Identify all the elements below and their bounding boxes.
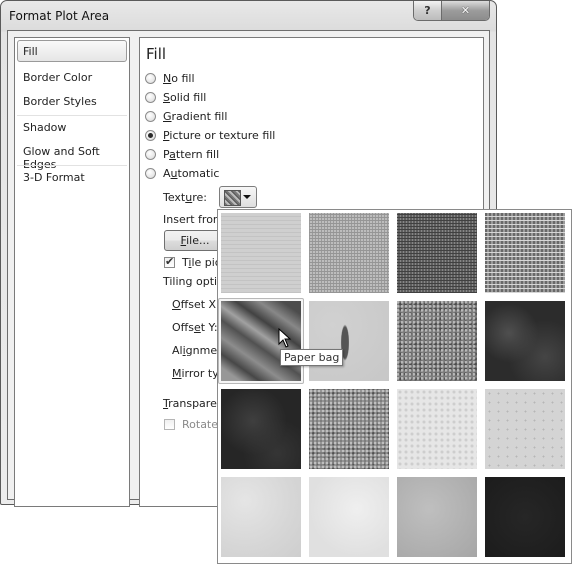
texture-dropdown-button[interactable] [219, 186, 257, 208]
nav-item-fill[interactable]: Fill [23, 45, 38, 58]
nav-divider [17, 165, 127, 166]
label-text: ffset X: [180, 298, 220, 311]
radio-button-selected[interactable] [145, 130, 156, 141]
tiling-options-label: Tiling optio [163, 275, 224, 288]
texture-tile[interactable] [485, 213, 565, 293]
help-button[interactable]: ? [414, 1, 442, 20]
close-button[interactable]: ✕ [442, 1, 489, 20]
radio-button[interactable] [145, 149, 156, 160]
label-text: Al [172, 344, 183, 357]
transparency-label: Transparer [163, 397, 221, 410]
radio-label: No fill [163, 72, 195, 85]
label-text: A [163, 167, 171, 180]
accelerator-key: S [163, 91, 170, 104]
tile-picture-checkbox[interactable] [164, 255, 175, 268]
radio-gradient-fill[interactable]: Gradient fill [145, 110, 227, 123]
label-text: radient fill [171, 110, 228, 123]
label-text: Offs [172, 321, 194, 334]
insert-from-label: Insert from [163, 213, 224, 226]
texture-tile[interactable] [485, 301, 565, 381]
texture-swatch-icon [224, 190, 241, 206]
radio-pattern-fill[interactable]: Pattern fill [145, 148, 219, 161]
texture-tile[interactable] [221, 389, 301, 469]
label-text: ransparer [168, 397, 222, 410]
radio-button[interactable] [145, 111, 156, 122]
label-text: Text [163, 191, 186, 204]
texture-tile[interactable] [309, 213, 389, 293]
label-text: re: [192, 191, 207, 204]
accelerator-key: G [163, 110, 172, 123]
radio-picture-texture-fill[interactable]: Picture or texture fill [145, 129, 275, 142]
radio-solid-fill[interactable]: Solid fill [145, 91, 206, 104]
nav-divider [17, 115, 127, 116]
texture-tile[interactable] [221, 213, 301, 293]
radio-label: Automatic [163, 167, 219, 180]
window-title: Format Plot Area [9, 9, 110, 23]
rotate-with-shape-checkbox[interactable] [164, 419, 175, 430]
texture-tile[interactable] [397, 389, 477, 469]
texture-tile[interactable] [485, 477, 565, 557]
texture-tile[interactable] [397, 477, 477, 557]
close-icon: ✕ [460, 4, 471, 17]
radio-button[interactable] [145, 73, 156, 84]
nav-item-border-styles[interactable]: Border Styles [23, 95, 97, 108]
mouse-pointer-icon [278, 328, 292, 348]
accelerator-key: O [172, 298, 181, 311]
radio-button[interactable] [145, 92, 156, 103]
rotate-with-shape-label: Rotate [182, 418, 219, 431]
texture-tile[interactable] [309, 477, 389, 557]
texture-tile[interactable] [485, 389, 565, 469]
help-icon: ? [424, 4, 431, 17]
texture-label: Texture: [163, 191, 207, 204]
button-label: ile... [186, 234, 210, 247]
radio-label: Pattern fill [163, 148, 219, 161]
label-text: icture or texture fill [169, 129, 276, 142]
category-list: Fill Border Color Border Styles Shadow G… [14, 37, 130, 507]
label-text: ttern fill [175, 148, 220, 161]
accelerator-key: u [170, 167, 178, 180]
label-text: olid fill [169, 91, 207, 104]
texture-tile[interactable] [221, 477, 301, 557]
label-text: o fill [171, 72, 195, 85]
nav-item-shadow[interactable]: Shadow [23, 121, 66, 134]
radio-button[interactable] [145, 168, 156, 179]
radio-label: Solid fill [163, 91, 206, 104]
texture-tile[interactable] [397, 213, 477, 293]
radio-no-fill[interactable]: No fill [145, 72, 195, 85]
nav-item-glow-soft-edges[interactable]: Glow and Soft Edges [23, 145, 129, 171]
nav-item-border-color[interactable]: Border Color [23, 71, 92, 84]
label-text: tomatic [177, 167, 220, 180]
accelerator-key: a [169, 148, 176, 161]
label-text: t Y: [200, 321, 218, 334]
tooltip: Paper bag [280, 349, 344, 366]
title-bar-buttons: ? ✕ [413, 1, 490, 21]
offset-y-label: Offset Y: [172, 321, 218, 334]
radio-label: Picture or texture fill [163, 129, 275, 142]
accelerator-key: e [193, 321, 201, 334]
nav-item-3d-format[interactable]: 3-D Format [23, 171, 85, 184]
texture-tile[interactable] [309, 389, 389, 469]
radio-automatic[interactable]: Automatic [145, 167, 219, 180]
texture-tile[interactable] [309, 301, 389, 381]
chevron-down-icon [243, 195, 251, 199]
panel-title: Fill [146, 45, 167, 63]
accelerator-key: N [163, 72, 172, 85]
offset-x-label: Offset X: [172, 298, 220, 311]
texture-tile[interactable] [397, 301, 477, 381]
accelerator-key: M [172, 367, 182, 380]
radio-label: Gradient fill [163, 110, 227, 123]
